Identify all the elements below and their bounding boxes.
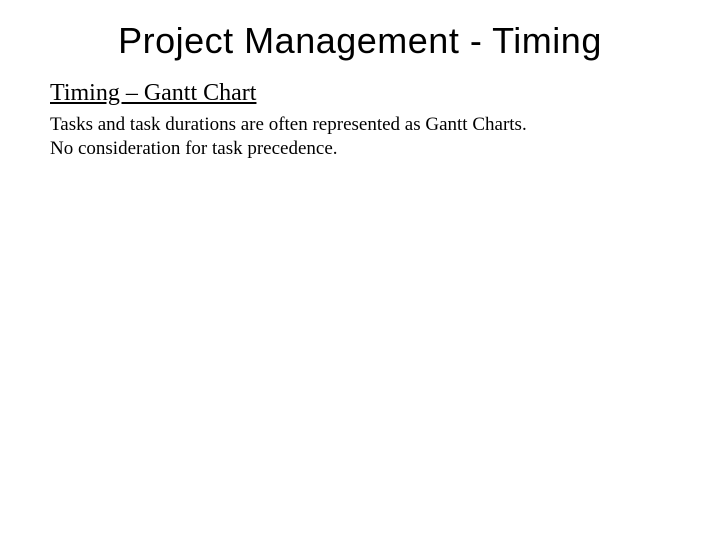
body-line-2: No consideration for task precedence. — [50, 137, 670, 161]
slide-subtitle: Timing – Gantt Chart — [50, 80, 670, 107]
body-line-1: Tasks and task durations are often repre… — [50, 113, 670, 137]
slide-title: Project Management - Timing — [50, 20, 670, 62]
